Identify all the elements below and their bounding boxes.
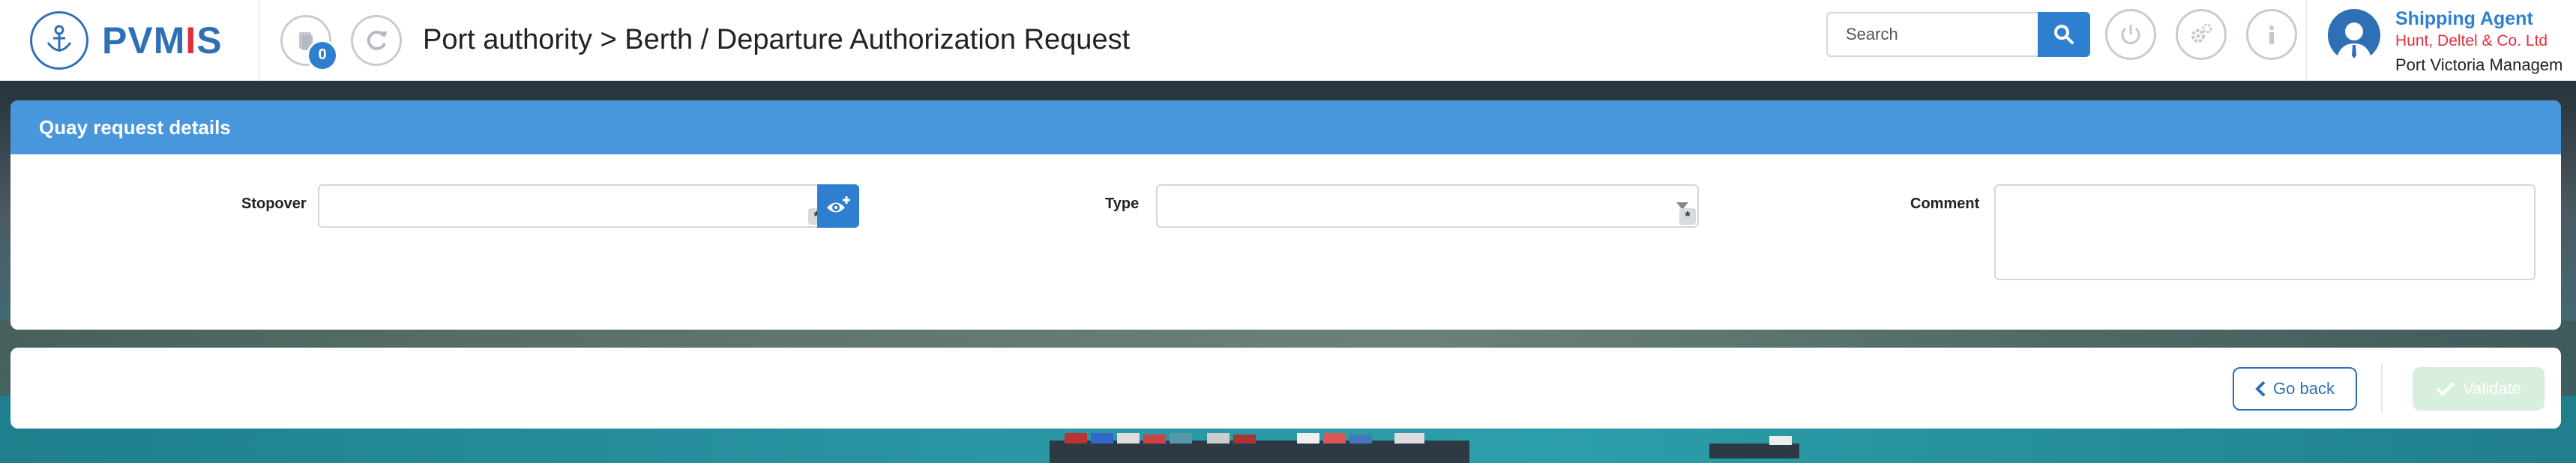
stopover-lookup-button[interactable]: [817, 184, 859, 228]
action-divider: [2381, 364, 2383, 414]
quay-request-panel: Quay request details Stopover * Type * C…: [10, 100, 2561, 330]
logo-area[interactable]: PVMIS: [0, 0, 259, 81]
go-back-label: Go back: [2273, 379, 2335, 398]
page-title: Port authority > Berth / Departure Autho…: [423, 24, 1131, 55]
type-select[interactable]: *: [1156, 184, 1699, 228]
settings-button[interactable]: [2176, 9, 2227, 60]
user-menu[interactable]: Shipping Agent Hunt, Deltel & Co. Ltd Po…: [2306, 0, 2576, 81]
port-logo-icon: [30, 10, 88, 70]
required-marker: *: [1679, 208, 1696, 225]
action-bar: Go back Validate: [10, 348, 2561, 429]
info-icon: [2269, 25, 2274, 44]
refresh-icon: [367, 30, 387, 50]
user-organization: Port Victoria Managem: [2395, 55, 2563, 74]
comment-label: Comment: [1910, 196, 1980, 212]
search-icon: [2054, 25, 2074, 44]
refresh-button[interactable]: [351, 14, 402, 66]
stopover-field[interactable]: *: [318, 184, 828, 228]
gears-icon: [2191, 23, 2212, 43]
type-label: Type: [1105, 196, 1140, 212]
go-back-button[interactable]: Go back: [2233, 367, 2357, 411]
panel-title: Quay request details: [10, 100, 2561, 154]
search-bar: [1826, 12, 2090, 57]
stopover-label: Stopover: [241, 196, 307, 212]
power-icon: [2121, 25, 2140, 44]
power-button[interactable]: [2105, 9, 2156, 60]
validate-button[interactable]: Validate: [2413, 367, 2545, 411]
app-logo-text: PVMIS: [102, 19, 223, 61]
eye-plus-icon: [827, 196, 850, 213]
search-button[interactable]: [2038, 12, 2090, 57]
check-icon: [2436, 381, 2455, 396]
validate-label: Validate: [2463, 379, 2521, 398]
notification-count-badge: 0: [307, 39, 338, 71]
user-avatar-icon: [2328, 9, 2380, 61]
comment-textarea[interactable]: [1994, 184, 2536, 280]
user-role: Shipping Agent: [2395, 8, 2533, 29]
info-button[interactable]: [2246, 9, 2297, 60]
documents-button[interactable]: 0: [280, 14, 338, 71]
search-input[interactable]: [1826, 12, 2038, 57]
user-company: Hunt, Deltel & Co. Ltd: [2395, 32, 2548, 49]
top-header: PVMIS 0 Port authority > Berth / Departu…: [0, 0, 2576, 81]
chevron-left-icon: [2255, 381, 2266, 397]
